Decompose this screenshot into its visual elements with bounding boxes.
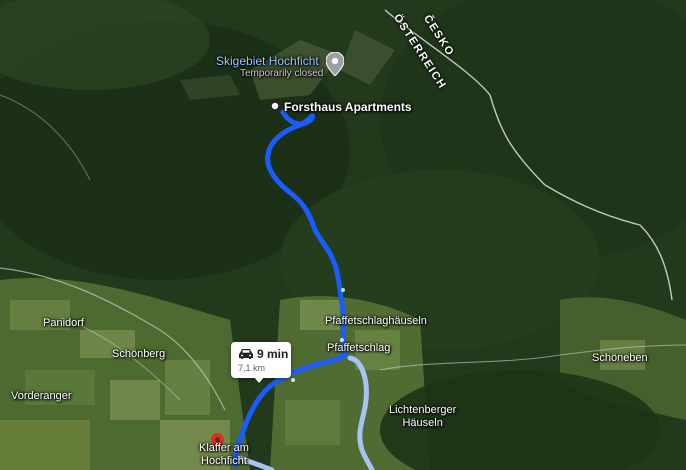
route-distance: 7,1 km (238, 363, 266, 373)
place-label-lichtenberger[interactable]: Lichtenberger Häuseln (389, 404, 456, 430)
map-canvas[interactable]: Skigebiet Hochficht Temporarily closed F… (0, 0, 686, 470)
place-label-pfaffetschlaghaeuseln[interactable]: Pfaffetschlaghäuseln (325, 315, 427, 328)
route-time-box[interactable]: 9 min 7,1 km (231, 342, 291, 383)
car-icon (239, 349, 253, 359)
location-pin-icon[interactable] (326, 52, 344, 76)
destination-label[interactable]: Forsthaus Apartments (284, 101, 412, 114)
place-label-pfaffetschlag[interactable]: Pfaffetschlag (327, 342, 390, 355)
place-label-origin[interactable]: Klaffer am Hochficht (199, 442, 249, 468)
route-time-box-pointer (253, 376, 265, 383)
route-duration: 9 min (257, 347, 289, 361)
destination-dot-icon[interactable] (270, 101, 280, 111)
place-label-vorderanger[interactable]: Vorderanger (11, 390, 72, 403)
poi-status: Temporarily closed (240, 68, 324, 79)
place-label-panidorf[interactable]: Panidorf (43, 317, 84, 330)
place-label-schoeneben[interactable]: Schöneben (592, 352, 648, 365)
place-label-schoenberg[interactable]: Schönberg (112, 348, 165, 361)
